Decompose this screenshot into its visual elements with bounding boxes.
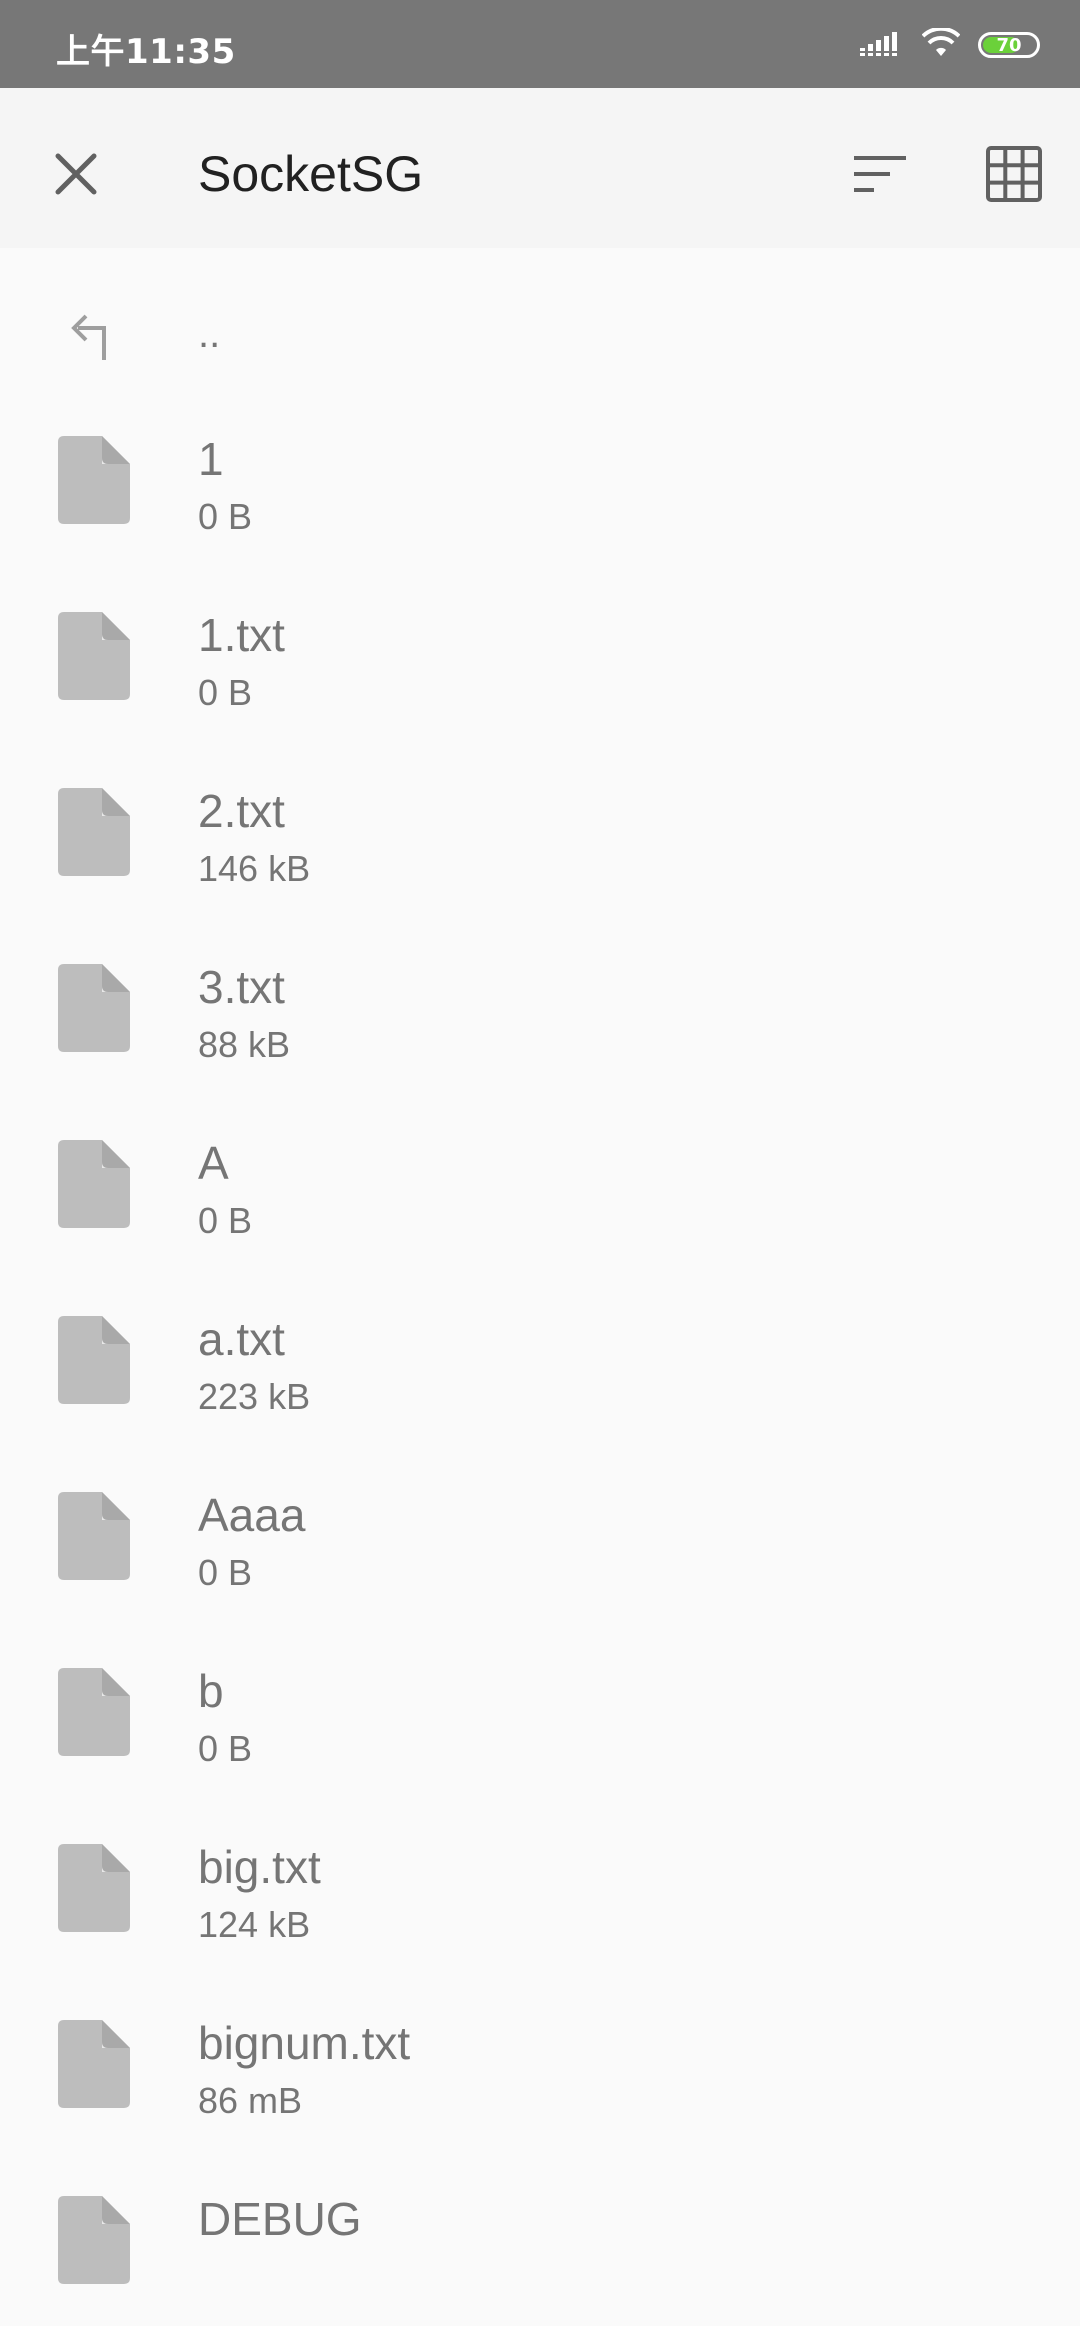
file-icon xyxy=(58,964,130,1052)
file-name: 1 xyxy=(198,433,224,485)
file-size: 0 B xyxy=(198,496,253,537)
battery-level: 70 xyxy=(996,34,1022,56)
back-arrow-icon xyxy=(58,304,128,364)
file-name: bignum.txt xyxy=(198,2017,411,2069)
file-list-item[interactable]: b 0 B xyxy=(0,1622,1080,1798)
signal-icon xyxy=(860,28,904,63)
app-bar: SocketSG xyxy=(0,88,1080,248)
file-name: big.txt xyxy=(198,1841,321,1893)
wifi-icon xyxy=(921,26,961,63)
file-size: 86 mB xyxy=(198,2080,303,2121)
file-list-item[interactable]: big.txt 124 kB xyxy=(0,1798,1080,1974)
file-list-item[interactable]: DEBUG xyxy=(0,2150,1080,2326)
file-name: A xyxy=(198,1137,229,1189)
file-icon xyxy=(58,1844,130,1932)
file-size: 0 B xyxy=(198,1552,253,1593)
file-size: 146 kB xyxy=(198,848,311,889)
file-icon xyxy=(58,1492,130,1580)
file-list-item[interactable]: Aaaa 0 B xyxy=(0,1446,1080,1622)
file-size: 223 kB xyxy=(198,1376,311,1417)
page-title: SocketSG xyxy=(198,146,424,202)
status-time: 上午11:35 xyxy=(56,32,236,72)
close-button[interactable] xyxy=(40,138,112,210)
file-list-item[interactable]: 10 B xyxy=(0,390,1080,566)
sort-icon xyxy=(854,156,906,192)
sort-button[interactable] xyxy=(844,138,916,210)
file-list-item[interactable]: 2.txt 146 kB xyxy=(0,742,1080,918)
file-size: 0 B xyxy=(198,1728,253,1769)
grid-view-icon xyxy=(986,146,1042,202)
file-name: 3.txt xyxy=(198,961,285,1013)
file-icon xyxy=(58,2020,130,2108)
battery-indicator: 70 xyxy=(978,32,1040,58)
grid-view-button[interactable] xyxy=(978,138,1050,210)
close-icon xyxy=(55,153,97,195)
file-name: 2.txt xyxy=(198,785,285,837)
status-bar: 上午11:35 70 xyxy=(0,0,1080,88)
file-name: b xyxy=(198,1665,224,1717)
file-list-item[interactable]: a.txt 223 kB xyxy=(0,1270,1080,1446)
file-icon xyxy=(58,1668,130,1756)
file-name: a.txt xyxy=(198,1313,285,1365)
parent-directory-label: .. xyxy=(198,312,221,356)
file-list-item[interactable]: A 0 B xyxy=(0,1094,1080,1270)
file-list-item[interactable]: 3.txt 88 kB xyxy=(0,918,1080,1094)
file-size: 124 kB xyxy=(198,1904,311,1945)
file-size: 0 B xyxy=(198,1200,253,1241)
file-size: 88 kB xyxy=(198,1024,291,1065)
file-icon xyxy=(58,612,130,700)
file-list-item[interactable]: bignum.txt 86 mB xyxy=(0,1974,1080,2150)
file-icon xyxy=(58,1140,130,1228)
file-list-item[interactable]: 1.txt 0 B xyxy=(0,566,1080,742)
file-icon xyxy=(58,436,130,524)
file-icon xyxy=(58,1316,130,1404)
status-indicators: 70 xyxy=(860,26,1040,63)
file-name: 1.txt xyxy=(198,609,285,661)
file-size: 0 B xyxy=(198,672,253,713)
file-icon xyxy=(58,2196,130,2284)
file-name: Aaaa xyxy=(198,1489,306,1541)
file-icon xyxy=(58,788,130,876)
file-name: DEBUG xyxy=(198,2193,362,2245)
